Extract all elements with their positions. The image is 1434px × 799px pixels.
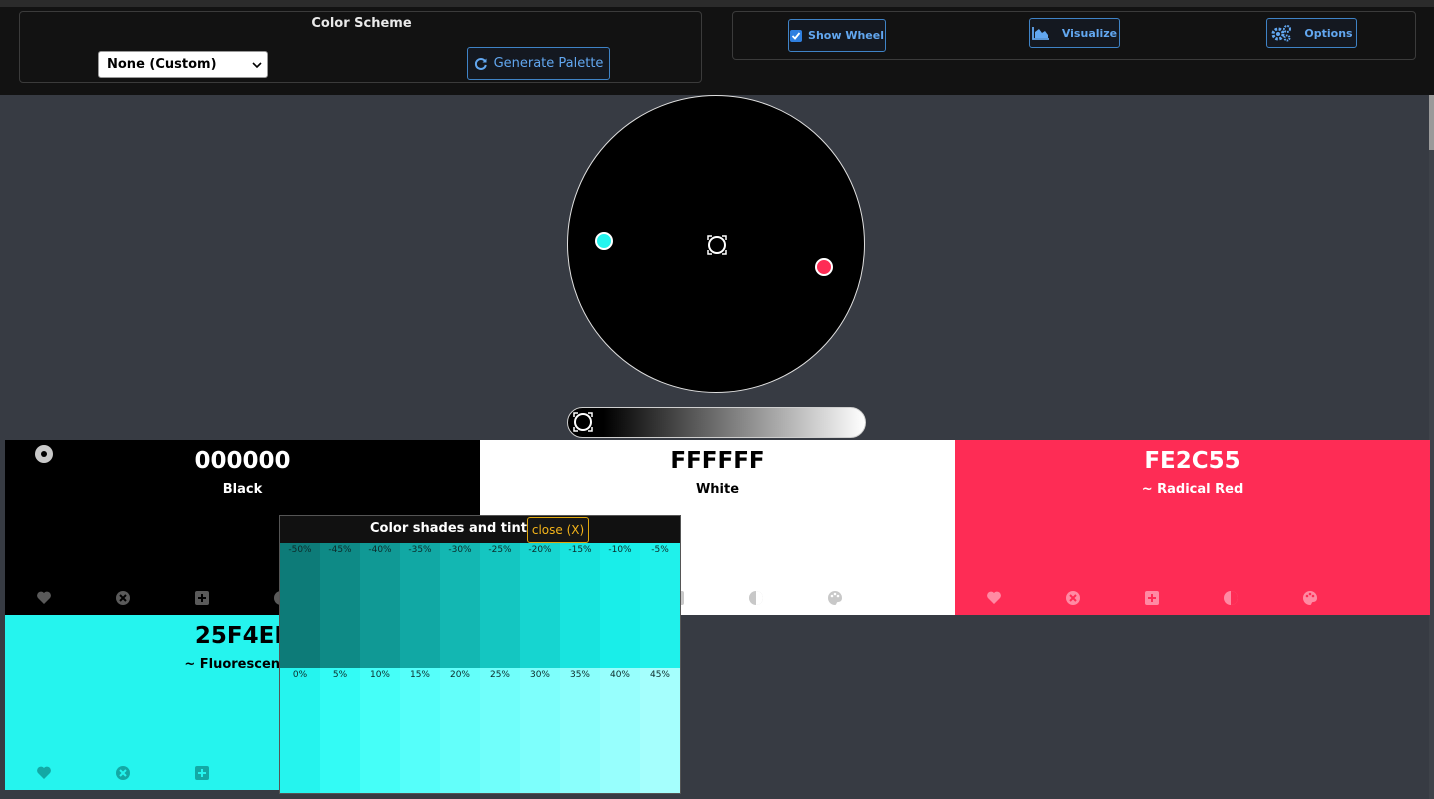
tint-swatch[interactable]: 15% xyxy=(400,668,440,793)
color-scheme-panel: Color Scheme None (Custom) Generate Pale… xyxy=(19,11,702,83)
shade-label: -40% xyxy=(368,545,392,555)
brightness-slider-handle-icon[interactable] xyxy=(572,411,594,433)
palette-icon[interactable] xyxy=(827,590,843,606)
tint-swatch[interactable]: 25% xyxy=(480,668,520,793)
palette-icon[interactable] xyxy=(1302,590,1318,606)
scrollbar-thumb[interactable] xyxy=(1429,95,1434,150)
color-name-black: Black xyxy=(222,482,263,497)
shade-label: -25% xyxy=(488,545,512,555)
tint-swatch[interactable]: 30% xyxy=(520,668,560,793)
tint-swatch[interactable]: 10% xyxy=(360,668,400,793)
shade-swatch[interactable]: -45% xyxy=(320,543,360,668)
add-square-icon[interactable] xyxy=(194,590,210,606)
color-hex-white: FFFFFF xyxy=(670,448,765,474)
shade-label: -20% xyxy=(528,545,552,555)
color-hex-black: 000000 xyxy=(194,448,291,474)
color-name-white: White xyxy=(695,482,740,497)
color-scheme-select-value: None (Custom) xyxy=(107,57,217,72)
shade-label: -35% xyxy=(408,545,432,555)
color-scheme-select[interactable]: None (Custom) xyxy=(98,51,268,78)
checkmark-icon xyxy=(791,31,801,40)
show-wheel-label: Show Wheel xyxy=(808,29,884,42)
show-wheel-toggle[interactable]: Show Wheel xyxy=(788,19,886,52)
remove-circle-icon[interactable] xyxy=(115,765,131,781)
remove-circle-icon[interactable] xyxy=(1065,590,1081,606)
color-name-red: ~ Radical Red xyxy=(1141,482,1244,497)
view-options-panel: Show Wheel Visualize Options xyxy=(732,11,1416,60)
shade-swatch[interactable]: -5% xyxy=(640,543,680,668)
tint-swatch[interactable]: 40% xyxy=(600,668,640,793)
tint-label: 15% xyxy=(409,670,430,680)
gears-icon xyxy=(1271,25,1292,42)
add-square-icon[interactable] xyxy=(194,765,210,781)
color-card-red[interactable]: FE2C55 ~ Radical Red xyxy=(955,440,1430,615)
contrast-icon[interactable] xyxy=(1223,590,1239,606)
shade-label: -30% xyxy=(448,545,472,555)
tint-label: 45% xyxy=(649,670,670,680)
tint-swatch[interactable]: 45% xyxy=(640,668,680,793)
tint-label: 25% xyxy=(489,670,510,680)
tint-label: 0% xyxy=(292,670,308,680)
shade-swatch[interactable]: -10% xyxy=(600,543,640,668)
show-wheel-checkbox[interactable] xyxy=(790,29,803,42)
wheel-center-handle-icon[interactable] xyxy=(706,234,728,256)
tint-label: 20% xyxy=(449,670,470,680)
shade-swatch[interactable]: -35% xyxy=(400,543,440,668)
area-chart-icon xyxy=(1031,27,1049,40)
tint-label: 30% xyxy=(529,670,550,680)
shades-popup-close-button[interactable]: close (X) xyxy=(527,517,589,543)
remove-circle-icon[interactable] xyxy=(115,590,131,606)
shade-label: -50% xyxy=(288,545,312,555)
refresh-icon xyxy=(474,57,487,70)
shade-swatch[interactable]: -30% xyxy=(440,543,480,668)
generate-palette-button[interactable]: Generate Palette xyxy=(467,47,610,80)
tint-swatch[interactable]: 20% xyxy=(440,668,480,793)
tint-label: 5% xyxy=(332,670,348,680)
shade-label: -5% xyxy=(651,545,669,555)
shades-tints-popup: Color shades and tints close (X) -50% -45… xyxy=(279,515,681,794)
tint-swatch[interactable]: 0% xyxy=(280,668,320,793)
shade-swatch[interactable]: -50% xyxy=(280,543,320,668)
generate-palette-label: Generate Palette xyxy=(493,56,604,71)
wheel-marker-cyan[interactable] xyxy=(595,232,613,250)
add-square-icon[interactable] xyxy=(1144,590,1160,606)
contrast-icon[interactable] xyxy=(748,590,764,606)
shade-label: -10% xyxy=(608,545,632,555)
chevron-down-icon xyxy=(252,62,262,69)
shade-swatch[interactable]: -25% xyxy=(480,543,520,668)
heart-icon[interactable] xyxy=(36,590,52,606)
heart-icon[interactable] xyxy=(36,765,52,781)
heart-icon[interactable] xyxy=(986,590,1002,606)
tint-swatch[interactable]: 5% xyxy=(320,668,360,793)
shades-row: -50% -45% -40% -35% -30% -25% -20% -15% -10% -5% xyxy=(280,543,680,668)
visualize-button[interactable]: Visualize xyxy=(1029,18,1120,48)
color-hex-red: FE2C55 xyxy=(1144,448,1241,474)
tint-label: 35% xyxy=(569,670,590,680)
options-label: Options xyxy=(1304,26,1353,40)
tint-label: 10% xyxy=(369,670,390,680)
shade-label: -15% xyxy=(568,545,592,555)
tint-swatch[interactable]: 35% xyxy=(560,668,600,793)
shade-label: -45% xyxy=(328,545,352,555)
shade-swatch[interactable]: -15% xyxy=(560,543,600,668)
brightness-slider[interactable] xyxy=(567,407,866,438)
shade-swatch[interactable]: -40% xyxy=(360,543,400,668)
shade-swatch[interactable]: -20% xyxy=(520,543,560,668)
shades-popup-title: Color shades and tints xyxy=(370,521,535,536)
wheel-marker-red[interactable] xyxy=(815,258,833,276)
options-button[interactable]: Options xyxy=(1266,18,1357,48)
color-scheme-title: Color Scheme xyxy=(311,16,412,31)
tints-row: 0% 5% 10% 15% 20% 25% 30% 35% 40% 45% xyxy=(280,668,680,793)
tint-label: 40% xyxy=(609,670,630,680)
visualize-label: Visualize xyxy=(1061,26,1118,40)
